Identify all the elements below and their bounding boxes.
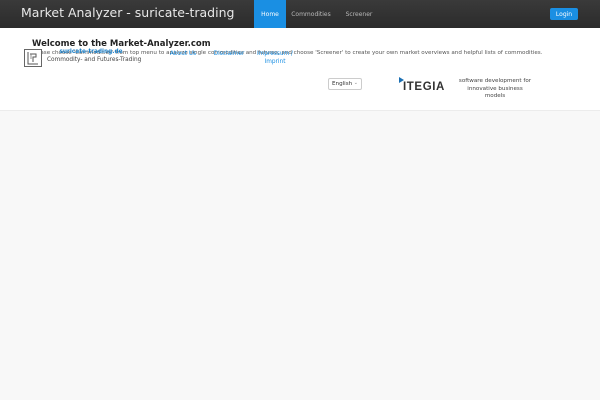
tab-home[interactable]: Home: [254, 0, 286, 28]
tab-screener[interactable]: Screener: [336, 0, 382, 28]
itegia-logo-icon[interactable]: ITEGIA: [398, 76, 454, 93]
impressum-link[interactable]: Impressum / Imprint: [252, 50, 298, 66]
brand-subtitle: Commodity- and Futures-Trading: [47, 57, 142, 63]
suricate-logo-icon[interactable]: [24, 49, 42, 67]
disclaimer-link[interactable]: Disclaimer: [211, 50, 247, 58]
language-selected: English: [332, 81, 353, 87]
chevron-down-icon: ⌄: [353, 80, 358, 86]
top-navbar: Market Analyzer - suricate-trading Home …: [0, 0, 600, 28]
impressum-line1: Impressum /: [256, 51, 293, 57]
about-us-link[interactable]: About Us: [166, 50, 200, 58]
suricate-trading-link[interactable]: suricate-trading.de: [47, 49, 135, 55]
partner-description: software development for innovative busi…: [458, 78, 532, 100]
welcome-title: Welcome to the Market-Analyzer.com: [32, 39, 211, 49]
login-button[interactable]: Login: [550, 8, 578, 20]
tab-commodities[interactable]: Commodities: [286, 0, 336, 28]
app-title[interactable]: Market Analyzer - suricate-trading: [21, 5, 234, 20]
itegia-logo-text: ITEGIA: [403, 81, 445, 92]
language-select[interactable]: English ⌄: [328, 78, 362, 90]
impressum-line2: Imprint: [264, 59, 286, 65]
